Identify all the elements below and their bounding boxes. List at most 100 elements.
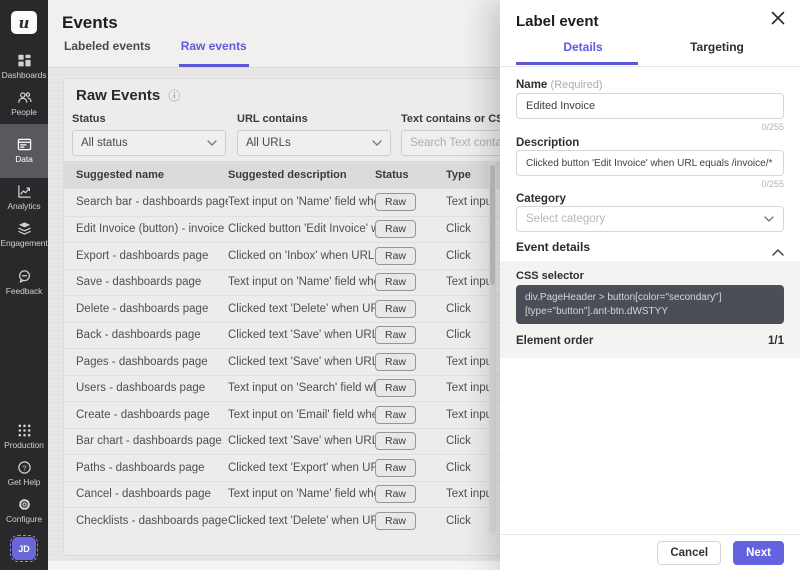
table-cell-status: Raw [375, 326, 446, 344]
sidebar-item-label: Engagement [0, 238, 47, 248]
analytics-icon [17, 184, 32, 199]
engagement-icon [17, 221, 32, 236]
name-char-counter: 0/255 [761, 122, 784, 132]
table-cell-name: Delete - dashboards page [76, 303, 228, 315]
table-cell-status: Raw [375, 273, 446, 291]
sidebar-item-people[interactable]: People [0, 87, 48, 121]
brand-logo[interactable]: u [11, 11, 37, 34]
tab-labeled-events[interactable]: Labeled events [62, 39, 153, 67]
drawer-footer: Cancel Next [500, 534, 800, 570]
tab-raw-events[interactable]: Raw events [179, 39, 249, 67]
column-header-status[interactable]: Status [375, 169, 446, 181]
table-scrollbar[interactable] [489, 161, 496, 533]
status-badge: Raw [375, 432, 416, 450]
table-cell-status: Raw [375, 512, 446, 530]
dashboards-icon [17, 53, 32, 68]
sidebar-item-production[interactable]: Production [0, 420, 48, 454]
table-cell-name: Edit Invoice (button) - invoice page [76, 223, 228, 235]
column-header-suggested-name[interactable]: Suggested name [76, 169, 228, 181]
table-cell-description: Clicked text 'Save' when URL eq… [228, 435, 375, 447]
sidebar-item-dashboards[interactable]: Dashboards [0, 50, 48, 84]
label-event-drawer: Label event Details Targeting Name (Requ… [500, 0, 800, 570]
sidebar-item-get-help[interactable]: ? Get Help [0, 457, 48, 491]
table-cell-name: Cancel - dashboards page [76, 488, 228, 500]
card-title: Raw Events [76, 87, 160, 104]
category-select[interactable]: Select category [516, 206, 784, 232]
close-icon[interactable] [769, 9, 787, 27]
category-field-label: Category [516, 193, 566, 205]
status-badge: Raw [375, 273, 416, 291]
column-header-suggested-description[interactable]: Suggested description [228, 169, 375, 181]
sidebar-item-configure[interactable]: Configure [0, 494, 48, 528]
sidebar-item-label: People [11, 107, 37, 117]
element-order-value: 1/1 [768, 335, 784, 347]
info-icon[interactable]: ⓘ [168, 90, 180, 102]
table-cell-description: Text input on 'Search' field whe… [228, 382, 375, 394]
avatar-initials: JD [18, 544, 30, 554]
description-field[interactable] [516, 150, 784, 176]
table-cell-description: Text input on 'Name' field when… [228, 276, 375, 288]
sidebar-item-analytics[interactable]: Analytics [0, 181, 48, 215]
drawer-title: Label event [516, 13, 599, 30]
url-filter-label: URL contains [237, 113, 391, 125]
table-cell-description: Clicked button 'Edit Invoice' whe… [228, 223, 375, 235]
table-cell-status: Raw [375, 220, 446, 238]
production-grid-icon [17, 423, 32, 438]
table-cell-status: Raw [375, 485, 446, 503]
chevron-down-icon [764, 216, 774, 222]
table-cell-name: Checklists - dashboards page [76, 515, 228, 527]
status-badge: Raw [375, 379, 416, 397]
chevron-down-icon [207, 140, 217, 146]
page-tabs: Labeled events Raw events [62, 39, 249, 67]
description-char-counter: 0/255 [761, 179, 784, 189]
sidebar-item-label: Dashboards [2, 70, 47, 80]
status-badge: Raw [375, 512, 416, 530]
status-filter-select[interactable]: All status [72, 130, 226, 156]
table-cell-name: Search bar - dashboards page [76, 196, 228, 208]
status-badge: Raw [375, 459, 416, 477]
sidebar-item-data[interactable]: Data [0, 124, 48, 178]
status-badge: Raw [375, 220, 416, 238]
tab-targeting[interactable]: Targeting [650, 40, 784, 63]
name-field[interactable] [516, 93, 784, 119]
table-cell-status: Raw [375, 432, 446, 450]
sidebar-item-label: Feedback [6, 286, 43, 296]
chevron-up-icon[interactable] [772, 243, 784, 261]
sidebar-item-label: Production [4, 440, 44, 450]
active-tab-underline [516, 62, 638, 65]
status-badge: Raw [375, 485, 416, 503]
help-icon: ? [17, 460, 32, 475]
tabs-divider [500, 66, 800, 67]
user-avatar[interactable]: JD [12, 537, 36, 560]
status-badge: Raw [375, 193, 416, 211]
sidebar-item-label: Analytics [7, 201, 40, 211]
sidebar-item-engagement[interactable]: Engagement [0, 218, 48, 252]
table-cell-name: Pages - dashboards page [76, 356, 228, 368]
next-button[interactable]: Next [733, 541, 784, 565]
table-cell-status: Raw [375, 459, 446, 477]
element-order-label: Element order [516, 335, 593, 347]
table-cell-description: Text input on 'Email' field when… [228, 409, 375, 421]
table-cell-name: Users - dashboards page [76, 382, 228, 394]
table-cell-status: Raw [375, 300, 446, 318]
css-selector-label: CSS selector [516, 270, 584, 282]
table-cell-name: Paths - dashboards page [76, 462, 228, 474]
table-cell-name: Bar chart - dashboards page [76, 435, 228, 447]
sidebar-item-label: Configure [6, 514, 42, 524]
required-hint: (Required) [551, 79, 603, 91]
table-cell-description: Clicked text 'Save' when URL eq… [228, 356, 375, 368]
status-badge: Raw [375, 326, 416, 344]
table-cell-description: Clicked text 'Export' when URL e… [228, 462, 375, 474]
status-badge: Raw [375, 300, 416, 318]
description-field-label: Description [516, 137, 579, 149]
url-filter-select[interactable]: All URLs [237, 130, 391, 156]
tab-details[interactable]: Details [516, 40, 650, 63]
people-icon [17, 90, 32, 105]
table-cell-description: Clicked on 'Inbox' when URL eq… [228, 250, 375, 262]
cancel-button[interactable]: Cancel [657, 541, 721, 565]
sidebar-item-feedback[interactable]: Feedback [0, 266, 48, 300]
table-cell-status: Raw [375, 353, 446, 371]
table-cell-name: Create - dashboards page [76, 409, 228, 421]
sidebar: u Dashboards Pe [0, 0, 48, 570]
status-badge: Raw [375, 247, 416, 265]
